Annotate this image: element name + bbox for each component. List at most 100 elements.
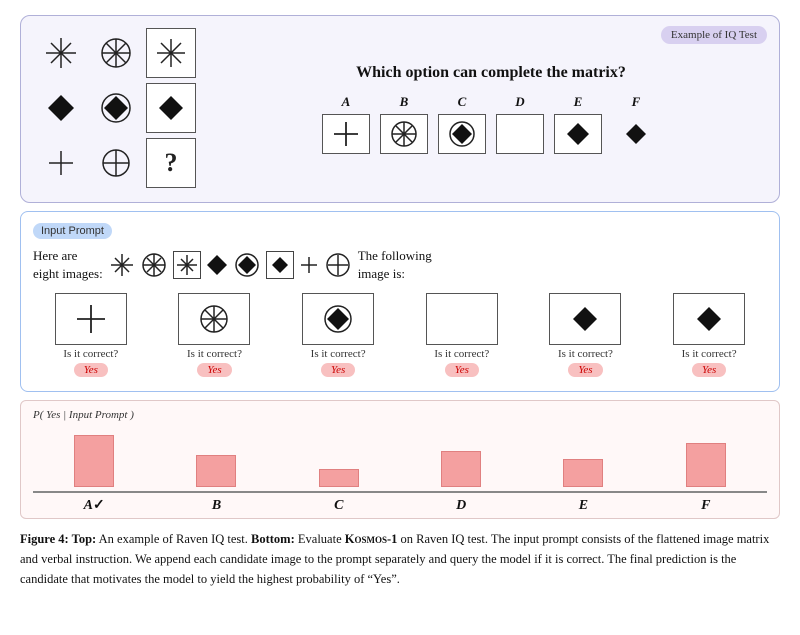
matrix-cell-r2c1 <box>91 138 141 188</box>
bar-f-label-text: F <box>701 498 710 514</box>
bar-c-label-text: C <box>334 498 343 514</box>
inline-icons <box>109 251 352 279</box>
bars-row <box>33 427 767 487</box>
candidate-c-yes: Yes <box>321 363 355 377</box>
bar-label-f: F <box>671 497 741 514</box>
option-b-box <box>380 114 428 154</box>
matrix-cell-r0c0 <box>36 28 86 78</box>
bar-label-c: C <box>304 497 374 514</box>
bar-e-label-text: E <box>579 498 588 514</box>
prompt-text-before: Here areeight images: <box>33 247 103 283</box>
candidate-f-correct-label: Is it correct? <box>682 348 737 360</box>
candidate-e-correct-label: Is it correct? <box>558 348 613 360</box>
candidate-a: Is it correct? Yes <box>55 293 127 377</box>
inline-icon-8 <box>324 251 352 279</box>
prompt-row: Here areeight images: <box>33 247 767 283</box>
option-d-box <box>496 114 544 154</box>
bar-d-fill <box>441 451 481 487</box>
candidate-f-yes: Yes <box>692 363 726 377</box>
candidate-a-yes: Yes <box>74 363 108 377</box>
matrix-cell-r0c2 <box>146 28 196 78</box>
bar-f-fill <box>686 443 726 487</box>
matrix-cell-r2c0 <box>36 138 86 188</box>
bar-b-label-text: B <box>212 498 221 514</box>
option-f: F <box>612 94 660 154</box>
inline-icon-2 <box>140 251 168 279</box>
candidate-a-correct-label: Is it correct? <box>63 348 118 360</box>
bar-a-label-text: A✓ <box>84 497 105 514</box>
inline-icon-7 <box>299 255 319 275</box>
axis-line <box>33 491 767 493</box>
candidates-row: Is it correct? Yes Is it correct? Yes Is… <box>33 293 767 377</box>
matrix-cell-r0c1 <box>91 28 141 78</box>
bar-a <box>59 435 129 487</box>
option-c-box <box>438 114 486 154</box>
caption-kosmos: Kosmos-1 <box>345 532 398 546</box>
bar-e-fill <box>563 459 603 487</box>
bar-f <box>671 443 741 487</box>
caption-figure-num: Figure 4: <box>20 532 72 546</box>
candidate-b-yes: Yes <box>197 363 231 377</box>
candidate-a-box <box>55 293 127 345</box>
bar-c-fill <box>319 469 359 487</box>
inline-icon-5 <box>233 251 261 279</box>
figure-caption: Figure 4: Top: An example of Raven IQ te… <box>20 529 780 589</box>
matrix-cell-r1c1 <box>91 83 141 133</box>
bar-labels-row: A✓ B C D E F <box>33 497 767 514</box>
candidate-d: Is it correct? Yes <box>426 293 498 377</box>
bar-a-fill <box>74 435 114 487</box>
option-f-box <box>612 114 660 154</box>
prob-title: P( Yes | Input Prompt ) <box>33 409 767 421</box>
candidate-e-yes: Yes <box>568 363 602 377</box>
bar-c <box>304 469 374 487</box>
candidate-d-yes: Yes <box>445 363 479 377</box>
input-prompt-label: Input Prompt <box>33 223 112 239</box>
bar-label-a: A✓ <box>59 497 129 514</box>
bar-label-e: E <box>548 497 618 514</box>
bar-d <box>426 451 496 487</box>
bar-d-label-text: D <box>456 498 466 514</box>
question-title: Which option can complete the matrix? <box>218 64 764 82</box>
option-a-box <box>322 114 370 154</box>
input-prompt-section: Input Prompt Here areeight images: <box>20 211 780 392</box>
candidate-f-box <box>673 293 745 345</box>
option-e: E <box>554 94 602 154</box>
candidate-b-box <box>178 293 250 345</box>
prompt-text-after: The followingimage is: <box>358 247 432 283</box>
prob-section: P( Yes | Input Prompt ) A✓ B C <box>20 400 780 519</box>
option-e-label: E <box>574 94 583 110</box>
matrix-cell-r2c2: ? <box>146 138 196 188</box>
candidate-c-box <box>302 293 374 345</box>
iq-test-label: Example of IQ Test <box>661 26 767 44</box>
bar-label-d: D <box>426 497 496 514</box>
candidate-e-box <box>549 293 621 345</box>
matrix-cell-r1c0 <box>36 83 86 133</box>
option-c-label: C <box>458 94 467 110</box>
option-e-box <box>554 114 602 154</box>
inline-icon-4 <box>206 254 228 276</box>
iq-test-container: Example of IQ Test <box>20 15 780 203</box>
bar-e <box>548 459 618 487</box>
options-row: A B C <box>218 94 764 154</box>
caption-bottom-text: Evaluate <box>298 532 345 546</box>
inline-icon-3 <box>173 251 201 279</box>
candidate-c-correct-label: Is it correct? <box>311 348 366 360</box>
inline-icon-6 <box>266 251 294 279</box>
question-part: Which option can complete the matrix? A … <box>208 64 764 154</box>
caption-top-text: An example of Raven IQ test. <box>99 532 251 546</box>
candidate-b-correct-label: Is it correct? <box>187 348 242 360</box>
bar-b-fill <box>196 455 236 487</box>
bar-b <box>181 455 251 487</box>
option-a: A <box>322 94 370 154</box>
matrix-section: ? Which option can complete the matrix? … <box>36 28 764 190</box>
inline-icon-1 <box>109 252 135 278</box>
caption-top-label: Top: <box>72 532 97 546</box>
candidate-d-box <box>426 293 498 345</box>
matrix-grid: ? <box>36 28 198 190</box>
candidate-b: Is it correct? Yes <box>178 293 250 377</box>
candidate-e: Is it correct? Yes <box>549 293 621 377</box>
bar-label-b: B <box>181 497 251 514</box>
option-b-label: B <box>400 94 409 110</box>
matrix-cell-r1c2 <box>146 83 196 133</box>
option-b: B <box>380 94 428 154</box>
